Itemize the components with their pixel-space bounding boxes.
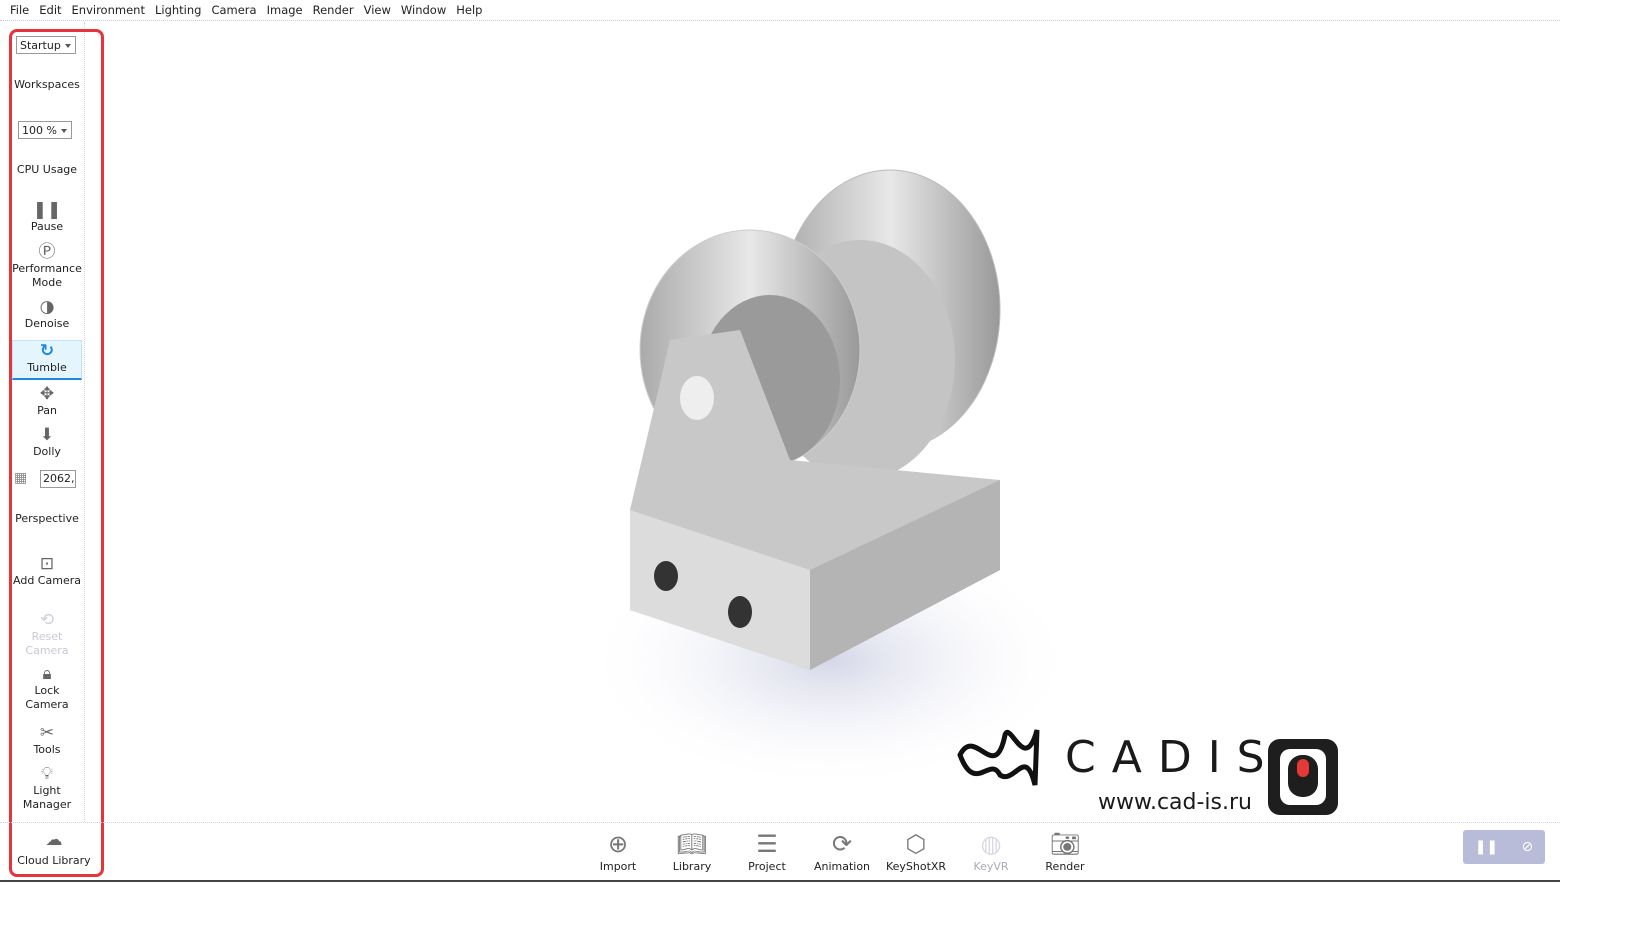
project-icon: ☰: [756, 830, 778, 858]
cpu-usage-label: CPU Usage: [16, 163, 78, 176]
dolly-button[interactable]: ⬇ Dolly: [12, 425, 82, 459]
tools-icon: ✂: [39, 723, 55, 743]
project-label: Project: [748, 860, 786, 873]
cloud-library-label: Cloud Library: [17, 854, 91, 867]
cadis-logo-text: CADIS: [1065, 732, 1281, 783]
performance-mode-button[interactable]: Ⓟ Performance Mode: [12, 242, 82, 290]
pause-render-icon[interactable]: ❚❚: [1475, 839, 1498, 855]
tools-label: Tools: [33, 743, 61, 756]
light-manager-icon: 💡︎: [41, 764, 53, 784]
reset-camera-icon: ⟲: [39, 610, 55, 630]
keyvr-button[interactable]: ◍ KeyVR: [956, 828, 1026, 873]
render-controls: ❚❚ ⊘: [1463, 830, 1545, 864]
cadis-url: www.cad-is.ru: [1098, 790, 1252, 815]
focal-length-icon: ▦: [14, 470, 28, 486]
import-label: Import: [599, 860, 637, 873]
keyshotxr-icon: ⬡: [905, 830, 927, 858]
performance-icon: Ⓟ: [38, 242, 56, 262]
keyvr-icon: ◍: [980, 830, 1002, 858]
tumble-icon: ↻: [39, 341, 55, 361]
projection-dropdown[interactable]: Perspective: [12, 512, 82, 526]
settings-render-icon[interactable]: ⊘: [1522, 839, 1534, 855]
pause-button[interactable]: ❚❚ Pause: [12, 200, 82, 234]
keyshotxr-label: KeyShotXR: [885, 860, 947, 873]
lock-camera-button[interactable]: 🔒︎ Lock Camera: [12, 664, 82, 712]
cloud-icon: ☁: [45, 830, 63, 850]
pan-label: Pan: [37, 404, 57, 417]
project-button[interactable]: ☰ Project: [732, 828, 802, 873]
workspaces-label: Workspaces: [14, 78, 80, 91]
render-icon: 📷︎: [1049, 830, 1081, 858]
lock-camera-label: Lock Camera: [25, 684, 69, 711]
denoise-button[interactable]: ◑ Denoise: [12, 297, 82, 331]
menu-file[interactable]: File: [10, 3, 29, 17]
menu-camera[interactable]: Camera: [211, 3, 256, 17]
light-manager-button[interactable]: 💡︎ Light Manager: [12, 764, 82, 812]
tools-button[interactable]: ✂ Tools: [12, 723, 82, 757]
menu-help[interactable]: Help: [456, 3, 482, 17]
add-camera-button[interactable]: ⊡ Add Camera: [12, 554, 82, 588]
dolly-label: Dolly: [33, 445, 61, 458]
keyvr-label: KeyVR: [973, 860, 1009, 873]
light-manager-label: Light Manager: [22, 784, 72, 811]
library-icon: 📖︎: [676, 830, 708, 858]
animation-label: Animation: [813, 860, 871, 873]
import-icon: ⊕: [607, 830, 629, 858]
pause-label: Pause: [30, 220, 64, 233]
menu-window[interactable]: Window: [401, 3, 446, 17]
mouse-logo-icon: [1268, 739, 1338, 815]
pan-icon: ✥: [39, 384, 55, 404]
library-label: Library: [672, 860, 712, 873]
tumble-label: Tumble: [27, 361, 67, 374]
performance-label: Performance Mode: [12, 262, 82, 289]
bottom-toolbar-divider: [0, 822, 1560, 823]
reset-camera-label: Reset Camera: [25, 630, 69, 657]
import-button[interactable]: ⊕ Import: [583, 828, 653, 873]
denoise-label: Denoise: [24, 317, 70, 330]
pan-button[interactable]: ✥ Pan: [12, 384, 82, 418]
menu-render[interactable]: Render: [313, 3, 354, 17]
render-button[interactable]: 📷︎ Render: [1030, 828, 1100, 873]
denoise-icon: ◑: [39, 297, 55, 317]
menu-lighting[interactable]: Lighting: [155, 3, 201, 17]
menu-environment[interactable]: Environment: [72, 3, 145, 17]
cadis-logo-mark: [957, 729, 1040, 786]
lock-camera-icon: 🔒︎: [42, 664, 52, 684]
reset-camera-button[interactable]: ⟲ Reset Camera: [12, 610, 82, 658]
focal-length-input[interactable]: 2062,6: [40, 470, 76, 488]
3d-model-viewport[interactable]: [560, 160, 1080, 800]
tumble-button[interactable]: ↻ Tumble: [12, 340, 82, 380]
menu-bar: File Edit Environment Lighting Camera Im…: [0, 0, 1560, 21]
cpu-usage-dropdown[interactable]: 100 %: [18, 121, 72, 139]
menu-view[interactable]: View: [364, 3, 391, 17]
add-camera-icon: ⊡: [39, 554, 55, 574]
add-camera-label: Add Camera: [13, 574, 81, 587]
cloud-library-button[interactable]: ☁ Cloud Library: [14, 830, 94, 868]
menu-edit[interactable]: Edit: [39, 3, 61, 17]
dolly-icon: ⬇: [39, 425, 55, 445]
menu-image[interactable]: Image: [267, 3, 303, 17]
animation-icon: ⟳: [831, 830, 853, 858]
pause-icon: ❚❚: [32, 200, 62, 220]
library-button[interactable]: 📖︎ Library: [657, 828, 727, 873]
sidebar-divider: [84, 22, 85, 822]
status-line: [0, 880, 1560, 882]
keyshotxr-button[interactable]: ⬡ KeyShotXR: [881, 828, 951, 873]
render-label: Render: [1045, 860, 1085, 873]
workspace-dropdown[interactable]: Startup: [16, 36, 76, 54]
animation-button[interactable]: ⟳ Animation: [807, 828, 877, 873]
